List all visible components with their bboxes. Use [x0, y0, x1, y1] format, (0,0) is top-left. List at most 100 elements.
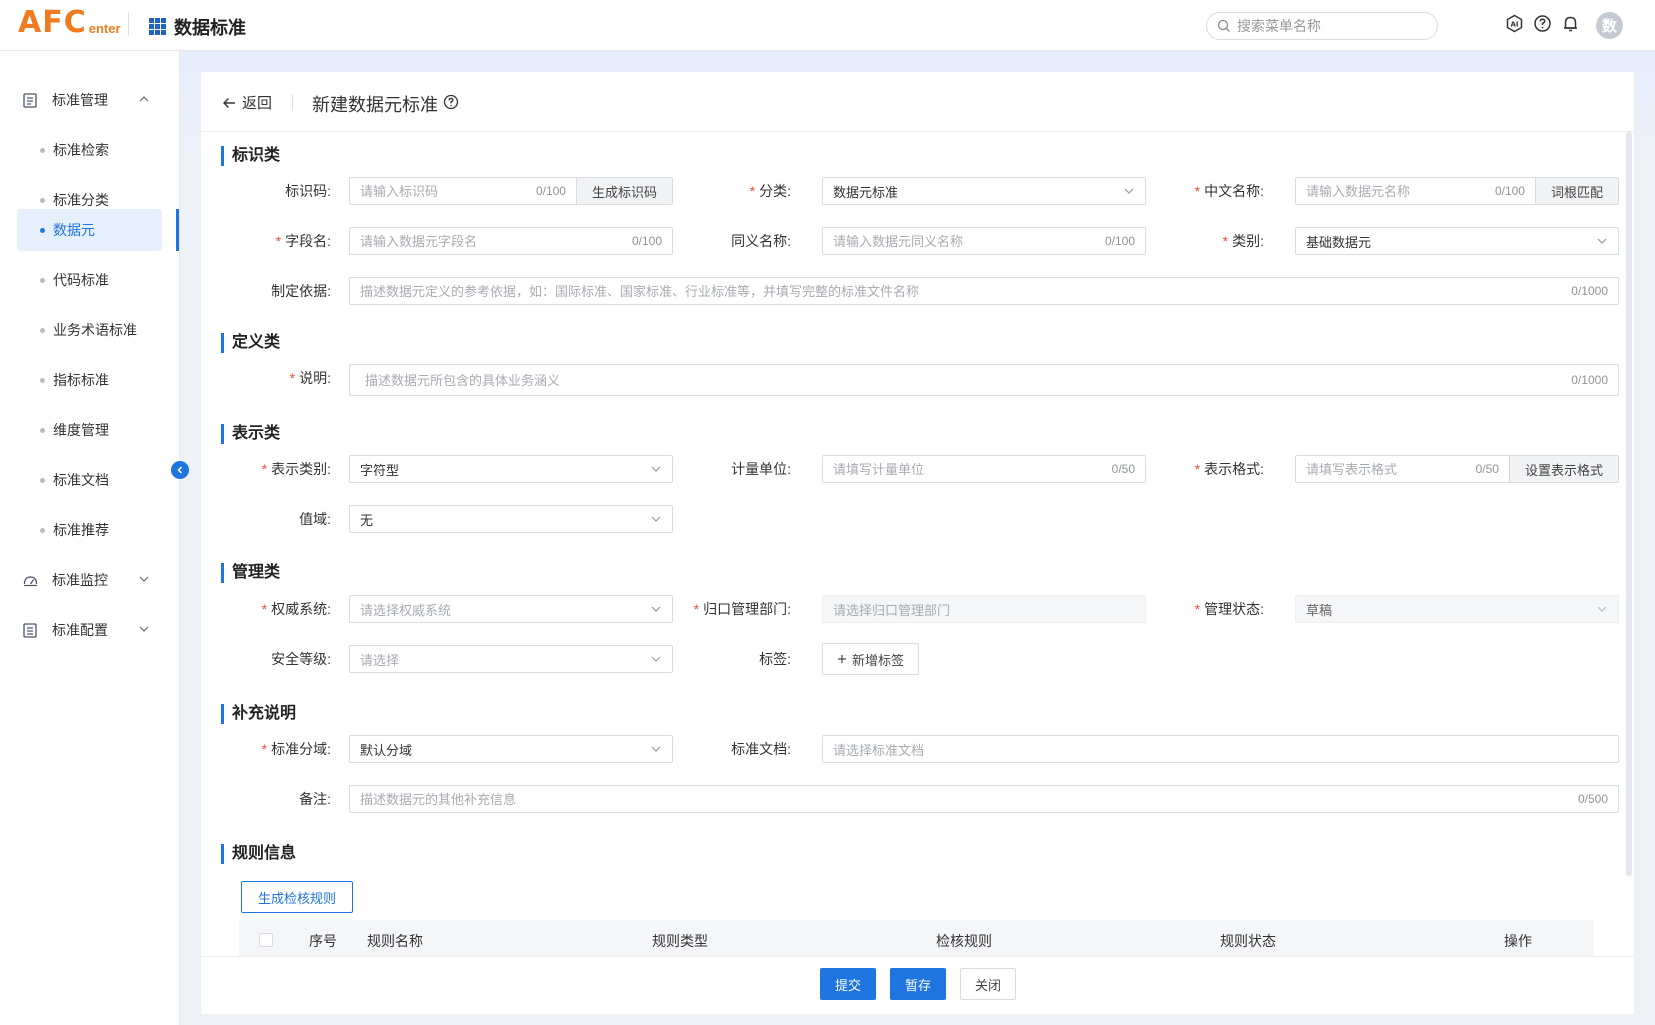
- sidebar-group-standard-management[interactable]: 标准管理: [0, 80, 179, 120]
- field-name-field[interactable]: 0/100: [349, 227, 673, 255]
- sidebar-group-standard-monitor[interactable]: 标准监控: [0, 560, 179, 600]
- select-all-checkbox[interactable]: [259, 933, 273, 947]
- sidebar-item-data-element[interactable]: 数据元: [17, 209, 162, 251]
- sidebar-group-label: 标准监控: [52, 572, 108, 588]
- authority-placeholder: 请选择权威系统: [360, 602, 452, 618]
- submit-button[interactable]: 提交: [820, 968, 876, 1000]
- vertical-scrollbar[interactable]: [1626, 132, 1632, 876]
- root-match-button[interactable]: 词根匹配: [1534, 178, 1618, 204]
- sidebar-item-indicator-standard[interactable]: 指标标准: [17, 359, 162, 401]
- section-title-define: 定义类: [221, 333, 280, 353]
- basis-count: 0/1000: [1571, 284, 1608, 298]
- security-placeholder: 请选择: [360, 652, 400, 668]
- app-grid-icon[interactable]: [149, 18, 166, 35]
- synonym-input[interactable]: [823, 228, 1105, 254]
- basis-input[interactable]: [350, 278, 1572, 304]
- arrow-left-icon: [223, 97, 235, 108]
- sidebar-collapse-button[interactable]: [171, 461, 189, 479]
- sidebar-item-code-standard[interactable]: 代码标准: [17, 259, 162, 301]
- sidebar-item-standard-document[interactable]: 标准文档: [17, 459, 162, 501]
- section-title-rules: 规则信息: [221, 844, 296, 864]
- cn-name-field[interactable]: 0/100 词根匹配: [1295, 177, 1619, 205]
- logo[interactable]: AFC enter: [18, 8, 121, 38]
- sidebar-item-business-term[interactable]: 业务术语标准: [17, 309, 162, 351]
- status-label: * 管理状态:: [1194, 601, 1264, 617]
- chevron-down-icon: [139, 626, 149, 632]
- generate-rules-button[interactable]: 生成检核规则: [241, 881, 354, 913]
- add-tag-button[interactable]: 新增标签: [822, 643, 920, 675]
- cn-name-input[interactable]: [1296, 178, 1495, 204]
- format-input[interactable]: [1296, 456, 1476, 482]
- sidebar-group-standard-config[interactable]: 标准配置: [0, 610, 179, 650]
- sidebar-item-label: 指标标准: [53, 372, 109, 388]
- section-title-manage: 管理类: [221, 563, 280, 583]
- security-select[interactable]: 请选择: [349, 645, 673, 673]
- type-select[interactable]: 基础数据元: [1295, 227, 1619, 255]
- value-domain-select[interactable]: 无: [349, 505, 673, 533]
- code-field[interactable]: 0/100 生成标识码: [349, 177, 673, 205]
- chevron-down-icon: [1596, 235, 1618, 247]
- unit-field[interactable]: 0/50: [822, 455, 1146, 483]
- section-title-represent: 表示类: [221, 424, 280, 444]
- status-select: 草稿: [1295, 595, 1619, 623]
- monitor-gauge-icon: [22, 572, 38, 588]
- desc-field[interactable]: 0/1000: [349, 364, 1619, 396]
- col-index: 序号: [309, 933, 337, 949]
- sidebar-item-label: 标准推荐: [53, 522, 109, 538]
- logo-sub-text: enter: [88, 21, 121, 36]
- basis-field[interactable]: 0/1000: [349, 277, 1619, 305]
- field-name-input[interactable]: [350, 228, 632, 254]
- rules-table-header: 序号 规则名称 规则类型 检核规则 规则状态 操作: [239, 920, 1594, 956]
- authority-select[interactable]: 请选择权威系统: [349, 595, 673, 623]
- authority-label: * 权威系统:: [261, 601, 331, 617]
- close-button[interactable]: 关闭: [960, 968, 1016, 1000]
- bullet-dot: [40, 227, 45, 233]
- synonym-label: 同义名称:: [731, 233, 791, 249]
- remark-input[interactable]: [350, 786, 1578, 812]
- synonym-field[interactable]: 0/100: [822, 227, 1146, 255]
- cn-name-label: * 中文名称:: [1194, 183, 1264, 199]
- ai-icon[interactable]: AI: [1505, 14, 1524, 33]
- set-format-button[interactable]: 设置表示格式: [1508, 456, 1618, 482]
- avatar[interactable]: 数: [1596, 12, 1623, 39]
- page-title: 新建数据元标准: [312, 95, 438, 115]
- question-circle-icon[interactable]: [443, 94, 459, 113]
- code-count: 0/100: [535, 184, 566, 198]
- sidebar-item-dimension-management[interactable]: 维度管理: [17, 409, 162, 451]
- back-button[interactable]: 返回: [222, 92, 272, 113]
- form-card: 返回 新建数据元标准 标识类 标识码: 0/100 生成标识码 *分类: 数据元…: [201, 72, 1634, 1014]
- generate-code-button[interactable]: 生成标识码: [575, 178, 672, 204]
- col-rule-type: 规则类型: [652, 933, 708, 949]
- bell-icon[interactable]: [1561, 14, 1580, 33]
- config-document-icon: [22, 622, 38, 638]
- unit-input[interactable]: [823, 456, 1112, 482]
- col-check-rule: 检核规则: [936, 933, 992, 949]
- desc-count: 0/1000: [1571, 373, 1608, 387]
- save-draft-button[interactable]: 暂存: [890, 968, 946, 1000]
- sidebar-item-label: 维度管理: [53, 422, 109, 438]
- sidebar-group-label: 标准管理: [52, 92, 108, 108]
- col-rule-name: 规则名称: [367, 933, 423, 949]
- dept-placeholder: 请选择归口管理部门: [833, 602, 951, 618]
- category-select[interactable]: 数据元标准: [822, 177, 1146, 205]
- app-title: 数据标准: [174, 18, 246, 38]
- form-scroll-area[interactable]: 标识类 标识码: 0/100 生成标识码 *分类: 数据元标准 *中文名称: 0…: [201, 132, 1634, 956]
- std-doc-select[interactable]: 请选择标准文档: [822, 735, 1619, 763]
- sidebar-item-label: 标准文档: [53, 472, 109, 488]
- remark-field[interactable]: 0/500: [349, 785, 1619, 813]
- std-domain-select[interactable]: 默认分域: [349, 735, 673, 763]
- sidebar-item-standard-search[interactable]: 标准检索: [17, 129, 162, 171]
- value-domain-label: 值域:: [299, 511, 331, 527]
- format-field[interactable]: 0/50 设置表示格式: [1295, 455, 1619, 483]
- rtype-select[interactable]: 字符型: [349, 455, 673, 483]
- bullet-dot: [40, 527, 45, 533]
- bullet-dot: [40, 327, 45, 333]
- help-circle-icon[interactable]: [1533, 14, 1552, 33]
- code-input[interactable]: [350, 178, 536, 204]
- menu-search[interactable]: [1206, 12, 1438, 40]
- sidebar-item-standard-recommend[interactable]: 标准推荐: [17, 509, 162, 551]
- type-label: * 类别:: [1222, 233, 1264, 249]
- basis-label: 制定依据:: [271, 283, 331, 299]
- menu-search-input[interactable]: [1237, 18, 1427, 34]
- desc-textarea[interactable]: [350, 365, 1572, 395]
